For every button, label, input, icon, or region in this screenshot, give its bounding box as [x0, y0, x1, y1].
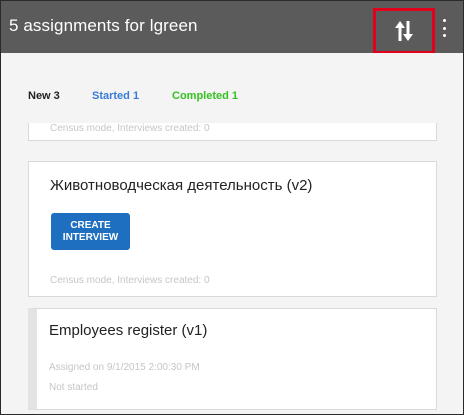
sync-arrows-icon	[395, 21, 413, 41]
assignment-card[interactable]: Census mode, Interviews created: 0	[28, 123, 437, 141]
sync-button[interactable]	[373, 8, 435, 54]
card-subtitle: Census mode, Interviews created: 0	[50, 275, 210, 286]
more-vertical-icon[interactable]	[439, 19, 449, 37]
assignment-card[interactable]: Employees register (v1) Assigned on 9/1/…	[28, 308, 437, 410]
tab-started[interactable]: Started 1	[92, 90, 139, 102]
status-tabs: New 3 Started 1 Completed 1	[1, 53, 463, 123]
assigned-date: Assigned on 9/1/2015 2:00:30 PM	[49, 362, 200, 373]
assignments-list: New 3 Started 1 Completed 1 Census mode,…	[1, 53, 463, 414]
card-subtitle: Census mode, Interviews created: 0	[50, 123, 210, 134]
tab-completed[interactable]: Completed 1	[172, 90, 238, 102]
create-interview-button[interactable]: CREATE INTERVIEW	[51, 213, 130, 250]
status-text: Not started	[49, 382, 98, 393]
app-window: 5 assignments for lgreen New 3 Started 1…	[0, 0, 464, 415]
assignment-card[interactable]: Животноводческая деятельность (v2) CREAT…	[28, 161, 437, 297]
card-title: Животноводческая деятельность (v2)	[50, 177, 313, 194]
page-title: 5 assignments for lgreen	[9, 16, 198, 35]
app-bar: 5 assignments for lgreen	[1, 1, 463, 54]
card-title: Employees register (v1)	[49, 322, 208, 339]
tab-new[interactable]: New 3	[28, 90, 60, 102]
